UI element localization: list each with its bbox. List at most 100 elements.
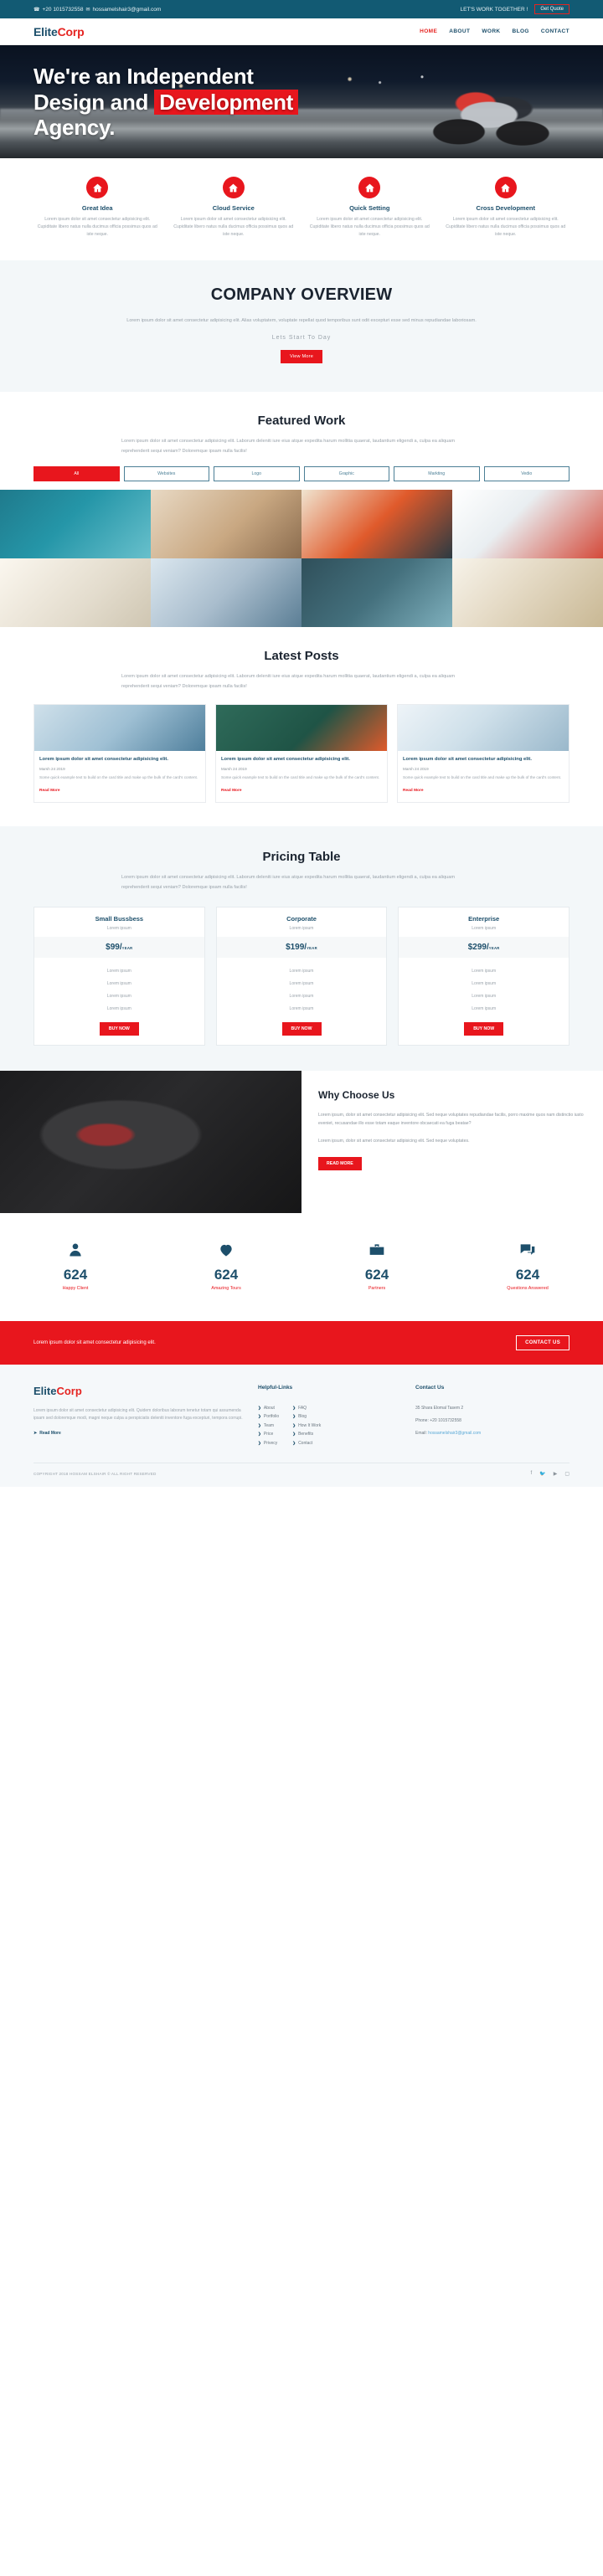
service-card[interactable]: Great Idea Lorem ipsum dolor sit amet co… <box>34 177 162 239</box>
footer-link-item[interactable]: ❯ Blog <box>292 1414 321 1419</box>
plan-feature: Lorem ipsum <box>106 1006 131 1012</box>
counter-label: Questions Answered <box>507 1285 549 1291</box>
post-date: Marsh 24 2019 <box>221 766 247 771</box>
filter-websites[interactable]: Websites <box>123 466 209 482</box>
portfolio-item[interactable] <box>302 490 452 559</box>
heart-icon <box>151 1242 302 1262</box>
cta-banner: Lorem ipsum dolor sit amet consectetur a… <box>0 1320 603 1365</box>
why-read-more-button[interactable]: READ MORE <box>318 1157 362 1171</box>
service-card[interactable]: Cloud Service Lorem ipsum dolor sit amet… <box>170 177 298 239</box>
nav-item-blog[interactable]: BLOG <box>513 28 529 34</box>
facebook-icon[interactable]: f <box>531 1471 533 1477</box>
chevron-right-icon: ❯ <box>258 1440 261 1445</box>
nav-item-about[interactable]: ABOUT <box>449 28 470 34</box>
nav-item-contact[interactable]: CONTACT <box>541 28 570 34</box>
post-excerpt: Some quick example text to build on the … <box>221 774 380 779</box>
site-footer: EliteCorp Lorem ipsum dolor sit amet con… <box>0 1364 603 1488</box>
post-card[interactable]: Lorem ipsum dolor sit amet consectetur a… <box>34 703 206 804</box>
footer-link-item[interactable]: ❯ Price <box>258 1432 279 1437</box>
briefcase-icon <box>302 1242 452 1262</box>
contact-us-button[interactable]: CONTACT US <box>516 1334 570 1350</box>
plan-price-amount: $99/ <box>106 942 122 952</box>
portfolio-item[interactable] <box>452 558 603 628</box>
footer-about-column: EliteCorp Lorem ipsum dolor sit amet con… <box>34 1385 243 1450</box>
instagram-icon[interactable]: ▢ <box>564 1471 570 1477</box>
footer-link-item[interactable]: ❯ Benefits <box>292 1432 321 1437</box>
portfolio-item[interactable] <box>0 490 151 559</box>
portfolio-item[interactable] <box>302 558 452 628</box>
footer-links-list-1: ❯ About ❯ Portfolio ❯ Team ❯ Price ❯ Privecy <box>258 1406 279 1450</box>
footer-link-item[interactable]: ❯ Contact <box>292 1441 321 1446</box>
user-icon <box>0 1242 151 1262</box>
portfolio-item[interactable] <box>0 558 151 628</box>
post-card[interactable]: Lorem ipsum dolor sit amet consectetur a… <box>397 703 570 804</box>
buy-now-button[interactable]: BUY NOW <box>464 1021 504 1036</box>
plan-name: Small Bussbess <box>95 914 144 923</box>
twitter-icon[interactable]: 🐦 <box>539 1471 545 1477</box>
footer-link-label: Portfolio <box>263 1414 280 1420</box>
plan-feature: Lorem ipsum <box>289 994 314 1000</box>
nav-item-work[interactable]: WORK <box>482 28 500 34</box>
chevron-right-icon: ❯ <box>292 1440 296 1445</box>
post-thumbnail <box>216 704 387 751</box>
service-card[interactable]: Cross Development Lorem ipsum dolor sit … <box>442 177 570 239</box>
plan-price-period: YEAR <box>307 945 317 950</box>
hero-line-2a: Design and <box>34 89 149 115</box>
footer-link-item[interactable]: ❯ About <box>258 1406 279 1411</box>
overview-subtitle: Lets Start To Day <box>271 335 332 342</box>
footer-link-label: Contact <box>298 1440 313 1446</box>
site-logo[interactable]: EliteCorp <box>34 25 85 39</box>
filter-all[interactable]: All <box>34 466 120 482</box>
footer-phone: Phone: +20 1015732558 <box>415 1417 461 1423</box>
post-read-more-link[interactable]: Read More <box>39 789 60 793</box>
footer-address: 35 Shara Elomal Tasem 2 <box>415 1405 464 1411</box>
filter-logo[interactable]: Logo <box>214 466 300 482</box>
home-icon <box>358 177 381 198</box>
footer-link-item[interactable]: ❯ How It Work <box>292 1423 321 1428</box>
view-more-button[interactable]: View More <box>280 350 323 364</box>
portfolio-filter-bar: All Websites Logo Graphic Markting Vedio <box>34 466 570 482</box>
footer-link-item[interactable]: ❯ Team <box>258 1423 279 1428</box>
footer-logo-accent: Corp <box>56 1384 82 1397</box>
footer-link-label: Blog <box>298 1414 307 1420</box>
pricing-section: Pricing Table Lorem ipsum dolor sit amet… <box>0 826 603 1071</box>
plan-feature: Lorem ipsum <box>472 1006 497 1012</box>
footer-link-label: About <box>263 1405 275 1411</box>
post-read-more-link[interactable]: Read More <box>221 789 242 793</box>
portfolio-item[interactable] <box>151 490 302 559</box>
footer-read-more-link[interactable]: ➤ Read More <box>34 1431 61 1436</box>
buy-now-button[interactable]: BUY NOW <box>99 1021 139 1036</box>
buy-now-button[interactable]: BUY NOW <box>281 1021 322 1036</box>
footer-logo[interactable]: EliteCorp <box>34 1385 243 1397</box>
service-title: Cloud Service <box>212 204 255 212</box>
footer-link-item[interactable]: ❯ FAQ <box>292 1406 321 1411</box>
nav-item-home[interactable]: HOME <box>420 28 437 34</box>
chevron-right-icon: ❯ <box>292 1422 296 1427</box>
why-title: Why Choose Us <box>318 1088 395 1101</box>
footer-email-link[interactable]: hossamelshair3@gmail.com <box>428 1431 481 1436</box>
footer-link-item[interactable]: ❯ Privecy <box>258 1441 279 1446</box>
post-excerpt: Some quick example text to build on the … <box>403 774 562 779</box>
footer-link-item[interactable]: ❯ Portfolio <box>258 1414 279 1419</box>
counter-value: 624 <box>214 1266 239 1283</box>
filter-vedio[interactable]: Vedio <box>483 466 570 482</box>
pricing-plan-card: Corporate Lorem ipsum $199/YEAR Lorem ip… <box>215 906 388 1046</box>
portfolio-item[interactable] <box>151 558 302 628</box>
post-read-more-link[interactable]: Read More <box>403 789 424 793</box>
portfolio-item[interactable] <box>452 490 603 559</box>
filter-markting[interactable]: Markting <box>394 466 480 482</box>
hero-line-1: We're an Independent <box>34 64 254 89</box>
filter-graphic[interactable]: Graphic <box>303 466 389 482</box>
post-title: Lorem ipsum dolor sit amet consectetur a… <box>403 756 532 762</box>
post-card[interactable]: Lorem ipsum dolor sit amet consectetur a… <box>215 703 388 804</box>
footer-link-label: Price <box>263 1432 274 1437</box>
service-card[interactable]: Quick Setting Lorem ipsum dolor sit amet… <box>306 177 434 239</box>
portfolio-grid <box>0 490 603 628</box>
post-excerpt: Some quick example text to build on the … <box>39 774 198 779</box>
phone-icon: ☎ <box>34 7 40 13</box>
posts-text: Lorem ipsum dolor sit amet consectetur a… <box>121 674 456 690</box>
get-quote-button[interactable]: Get Quote <box>534 4 570 14</box>
home-icon <box>86 177 109 198</box>
plan-name: Enterprise <box>468 914 500 923</box>
youtube-icon[interactable]: ▶ <box>554 1471 558 1477</box>
